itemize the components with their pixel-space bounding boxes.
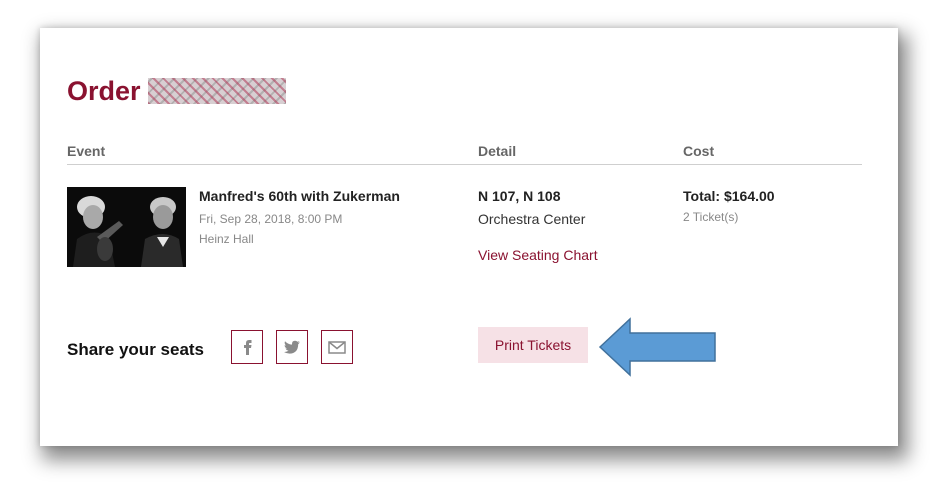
annotation-arrow-icon [598,317,716,377]
event-image [67,187,186,267]
event-photo-musicians [67,187,186,267]
event-venue: Heinz Hall [199,232,254,246]
seat-numbers: N 107, N 108 [478,188,561,204]
print-tickets-button[interactable]: Print Tickets [478,327,588,363]
order-total: Total: $164.00 [683,188,775,204]
facebook-icon [244,340,252,355]
column-header-cost: Cost [683,143,715,159]
share-seats-label: Share your seats [67,340,205,359]
ticket-count: 2 Ticket(s) [683,210,739,224]
column-header-event: Event [67,143,106,159]
share-facebook-button[interactable] [231,330,263,364]
view-seating-chart-link[interactable]: View Seating Chart [478,247,598,263]
share-twitter-button[interactable] [276,330,308,364]
share-email-button[interactable] [321,330,353,364]
event-date: Fri, Sep 28, 2018, 8:00 PM [199,212,343,226]
twitter-icon [284,340,300,354]
screenshot-stage: Order Event Detail Cost Manfred's 60th w… [0,0,940,486]
redacted-order-number [147,78,286,104]
header-divider [67,164,862,165]
column-header-detail: Detail [478,143,517,159]
order-card: Order Event Detail Cost Manfred's 60th w… [40,28,898,446]
order-title-text: Order [67,76,141,106]
order-title: Order [67,75,286,107]
event-name: Manfred's 60th with Zukerman [199,188,400,204]
seat-section: Orchestra Center [478,211,586,227]
email-icon [328,340,346,354]
